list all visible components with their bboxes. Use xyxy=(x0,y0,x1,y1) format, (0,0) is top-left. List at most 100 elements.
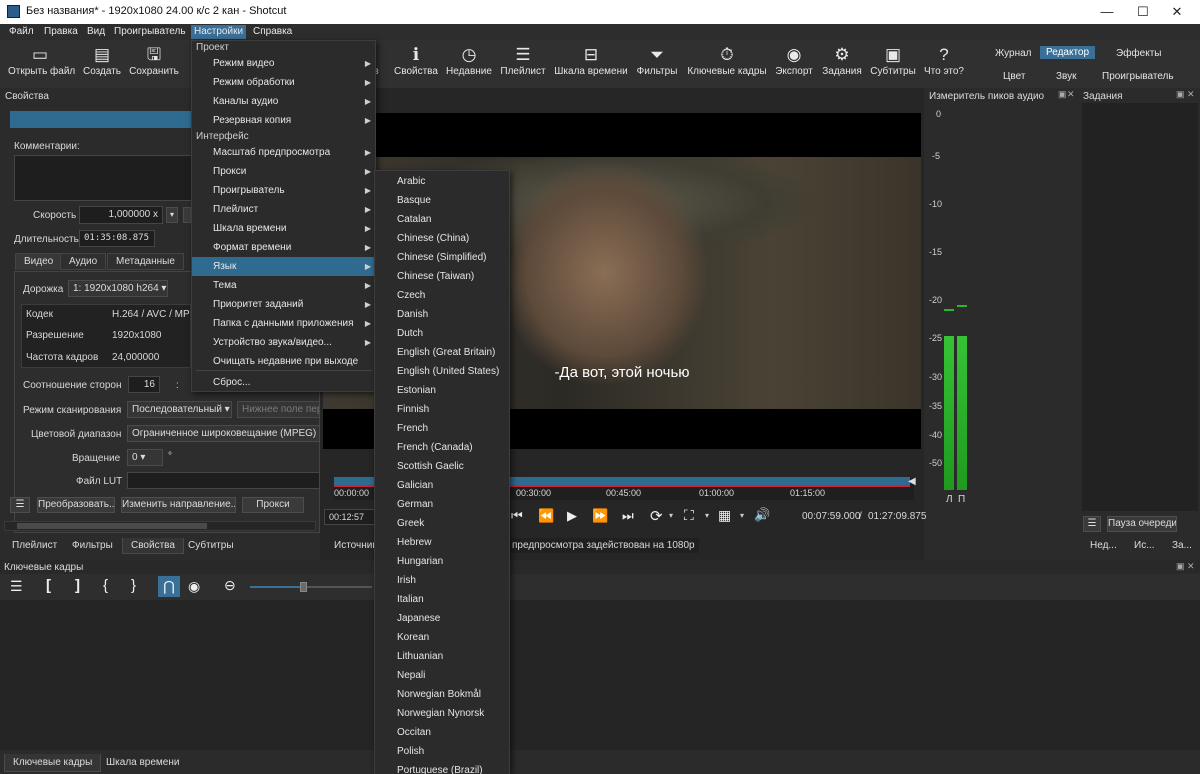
language-item[interactable]: English (United States) xyxy=(375,362,511,381)
language-item[interactable]: Greek xyxy=(375,514,511,533)
properties-button[interactable]: ℹ Свойства xyxy=(392,44,440,86)
menu-playlist-settings[interactable]: Плейлист ▶ xyxy=(192,200,375,219)
tab-jobs-history[interactable]: Ис... xyxy=(1126,538,1163,553)
layout-editor[interactable]: Редактор xyxy=(1040,46,1096,59)
tab-video[interactable]: Видео xyxy=(15,253,63,270)
menu-app-data-folder[interactable]: Папка с данными приложения ▶ xyxy=(192,314,375,333)
language-item[interactable]: Danish xyxy=(375,305,511,324)
zoom-icon[interactable]: ⛶ xyxy=(684,507,694,524)
keyframes-zoom-handle[interactable] xyxy=(300,582,307,592)
jobs-menu-button[interactable]: ☰ xyxy=(1083,516,1101,532)
language-item[interactable]: Dutch xyxy=(375,324,511,343)
menu-theme[interactable]: Тема ▶ xyxy=(192,276,375,295)
menu-video-mode[interactable]: Режим видео ▶ xyxy=(192,54,375,73)
tab-audio[interactable]: Аудио xyxy=(60,253,107,270)
grid-dropdown-icon[interactable]: ▾ xyxy=(740,511,744,520)
tab-playlist[interactable]: Плейлист xyxy=(4,538,65,553)
tab-metadata[interactable]: Метаданные xyxy=(107,253,184,270)
language-item[interactable]: Catalan xyxy=(375,210,511,229)
meter-close-icon[interactable]: ✕ xyxy=(1067,89,1075,100)
track-select[interactable]: 1: 1920x1080 h264 ▾ xyxy=(68,280,168,297)
layout-audio[interactable]: Звук xyxy=(1050,70,1083,83)
language-item[interactable]: Korean xyxy=(375,628,511,647)
properties-menu-button[interactable]: ☰ xyxy=(10,497,30,513)
menu-proxy[interactable]: Прокси ▶ xyxy=(192,162,375,181)
grid-icon[interactable]: ▦ xyxy=(718,507,731,524)
zoom-out-icon[interactable]: ⊖ xyxy=(224,577,236,594)
set-out-icon[interactable]: ] xyxy=(75,577,80,594)
menu-player-settings[interactable]: Проигрыватель ▶ xyxy=(192,181,375,200)
scan-select[interactable]: Последовательный ▾ xyxy=(127,401,232,418)
menu-timeline-settings[interactable]: Шкала времени ▶ xyxy=(192,219,375,238)
whatsthis-button[interactable]: ? Что это? xyxy=(924,44,964,86)
play-icon[interactable]: ▶ xyxy=(567,508,577,524)
language-item[interactable]: Norwegian Nynorsk xyxy=(375,704,511,723)
tab-properties[interactable]: Свойства xyxy=(122,538,184,554)
recent-button[interactable]: ◷ Недавние xyxy=(446,44,492,86)
timeline-button[interactable]: ⊟ Шкала времени xyxy=(554,44,628,86)
save-button[interactable]: 🖫 Сохранить xyxy=(128,44,180,86)
rewind-icon[interactable]: ⏪ xyxy=(538,508,554,524)
language-item[interactable]: German xyxy=(375,495,511,514)
language-item[interactable]: Hungarian xyxy=(375,552,511,571)
language-item[interactable]: Portuguese (Brazil) xyxy=(375,761,511,774)
layout-color[interactable]: Цвет xyxy=(997,70,1031,83)
speed-partial-button[interactable] xyxy=(183,207,191,223)
language-item[interactable]: Arabic xyxy=(375,172,511,191)
menu-language[interactable]: Язык ▶ xyxy=(192,257,375,276)
menu-time-format[interactable]: Формат времени ▶ xyxy=(192,238,375,257)
menu-backup[interactable]: Резервная копия ▶ xyxy=(192,111,375,130)
keyframes-close-icon[interactable]: ✕ xyxy=(1187,561,1195,572)
jobs-button[interactable]: ⚙ Задания xyxy=(822,44,862,86)
language-item[interactable]: Occitan xyxy=(375,723,511,742)
language-item[interactable]: French (Canada) xyxy=(375,438,511,457)
subtitles-button[interactable]: ▣ Субтитры xyxy=(870,44,916,86)
layout-effects[interactable]: Эффекты xyxy=(1110,47,1167,60)
properties-scrollbar[interactable] xyxy=(4,521,316,531)
jobs-close-icon[interactable]: ✕ xyxy=(1187,89,1195,100)
menu-view[interactable]: Вид xyxy=(84,25,108,39)
language-item[interactable]: Irish xyxy=(375,571,511,590)
snap-icon[interactable]: ⋂ xyxy=(158,576,180,597)
menu-file[interactable]: Файл xyxy=(6,25,37,39)
tab-jobs-other[interactable]: За... xyxy=(1164,538,1200,553)
open-file-button[interactable]: ▭ Открыть файл xyxy=(8,44,75,86)
scrub-icon[interactable]: ◉ xyxy=(188,578,200,595)
convert-button[interactable]: Преобразовать... xyxy=(37,497,115,513)
tab-filters[interactable]: Фильтры xyxy=(64,538,121,553)
menu-job-priority[interactable]: Приоритет заданий ▶ xyxy=(192,295,375,314)
proxy-button[interactable]: Прокси xyxy=(242,497,304,513)
fast-forward-icon[interactable]: ⏩ xyxy=(592,508,608,524)
lut-field[interactable] xyxy=(127,472,320,489)
duration-field[interactable]: 01:35:08.875 xyxy=(79,230,155,247)
menu-player[interactable]: Проигрыватель xyxy=(111,25,189,39)
language-item[interactable]: Scottish Gaelic xyxy=(375,457,511,476)
position-field[interactable]: 00:12:57 xyxy=(324,509,376,525)
speed-dropdown-button[interactable]: ▾ xyxy=(166,207,178,223)
layout-log[interactable]: Журнал xyxy=(989,47,1038,60)
menu-audio-channels[interactable]: Каналы аудио ▶ xyxy=(192,92,375,111)
meter-float-icon[interactable]: ▣ xyxy=(1058,89,1067,100)
loop-dropdown-icon[interactable]: ▾ xyxy=(669,511,673,520)
language-item[interactable]: Nepali xyxy=(375,666,511,685)
skip-next-icon[interactable]: ⏭ xyxy=(622,508,634,524)
loop-icon[interactable]: ⟳ xyxy=(650,507,663,525)
layout-player[interactable]: Проигрыватель xyxy=(1096,70,1180,83)
language-item[interactable]: Hebrew xyxy=(375,533,511,552)
language-item[interactable]: Lithuanian xyxy=(375,647,511,666)
field-order-select[interactable]: Нижнее поле первым xyxy=(237,401,320,418)
menu-reset[interactable]: Сброс... xyxy=(192,373,375,392)
aspect-num-field[interactable]: 16 xyxy=(128,376,160,393)
language-item[interactable]: Galician xyxy=(375,476,511,495)
volume-icon[interactable]: 🔊 xyxy=(754,507,770,523)
language-item[interactable]: English (Great Britain) xyxy=(375,343,511,362)
prev-keyframe-icon[interactable]: { xyxy=(103,577,108,594)
menu-audio-video-device[interactable]: Устройство звука/видео... ▶ xyxy=(192,333,375,352)
menu-help[interactable]: Справка xyxy=(250,25,295,39)
rotation-select[interactable]: 0 ▾ xyxy=(127,449,163,466)
language-item[interactable]: Norwegian Bokmål xyxy=(375,685,511,704)
next-keyframe-icon[interactable]: } xyxy=(131,577,136,594)
tab-keyframes[interactable]: Ключевые кадры xyxy=(4,754,102,772)
filters-button[interactable]: ⏷ Фильтры xyxy=(636,44,678,86)
language-item[interactable]: Chinese (Taiwan) xyxy=(375,267,511,286)
